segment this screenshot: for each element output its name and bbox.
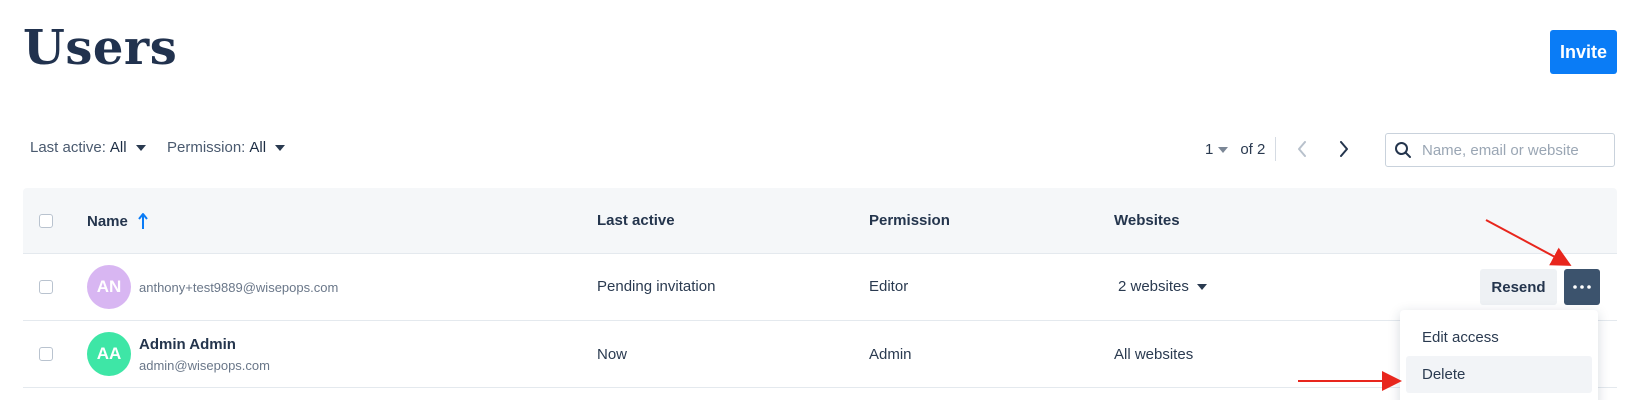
user-email: anthony+test9889@wisepops.com bbox=[139, 280, 339, 295]
websites-dropdown[interactable]: 2 websites bbox=[1118, 278, 1207, 295]
user-name: Admin Admin bbox=[139, 336, 236, 353]
column-last-active: Last active bbox=[597, 212, 675, 229]
user-last-active: Now bbox=[597, 346, 628, 363]
caret-down-icon bbox=[135, 145, 146, 151]
filter-last-active-value: All bbox=[109, 139, 127, 156]
more-actions-button[interactable] bbox=[1564, 269, 1600, 305]
filter-permission-value: All bbox=[249, 139, 267, 156]
user-permission: Admin bbox=[869, 346, 912, 363]
caret-down-icon bbox=[1196, 284, 1207, 290]
search-input[interactable] bbox=[1420, 140, 1604, 160]
avatar: AN bbox=[87, 265, 131, 309]
filter-last-active[interactable]: Last active: All bbox=[30, 139, 146, 156]
row-checkbox[interactable] bbox=[39, 347, 53, 361]
chevron-left-icon bbox=[1298, 141, 1307, 157]
menu-item-delete[interactable]: Delete bbox=[1406, 356, 1592, 393]
table-header: Name Last active Permission Websites bbox=[23, 188, 1617, 254]
search-icon bbox=[1395, 142, 1411, 158]
search-box[interactable] bbox=[1385, 133, 1615, 167]
invite-button[interactable]: Invite bbox=[1550, 30, 1617, 74]
page-total: of 2 bbox=[1240, 137, 1277, 161]
column-websites: Websites bbox=[1114, 212, 1180, 229]
select-all-checkbox[interactable] bbox=[39, 214, 53, 228]
user-permission: Editor bbox=[869, 278, 909, 295]
caret-down-icon bbox=[275, 145, 286, 151]
page-title: Users bbox=[23, 20, 178, 76]
current-page: 1 bbox=[1205, 140, 1214, 158]
websites-count: 2 websites bbox=[1118, 278, 1189, 295]
users-page: Users Invite Last active: All Permission… bbox=[0, 0, 1628, 400]
row-checkbox[interactable] bbox=[39, 280, 53, 294]
user-email: admin@wisepops.com bbox=[139, 358, 270, 373]
prev-page-button[interactable] bbox=[1286, 136, 1318, 162]
column-name-label: Name bbox=[87, 212, 128, 230]
table-row: AN anthony+test9889@wisepops.com Pending… bbox=[23, 254, 1617, 321]
filter-permission[interactable]: Permission: All bbox=[167, 139, 286, 156]
column-permission: Permission bbox=[869, 212, 950, 229]
user-last-active: Pending invitation bbox=[597, 278, 716, 295]
caret-down-icon bbox=[1218, 146, 1229, 153]
arrow-up-icon bbox=[138, 213, 148, 229]
user-websites: All websites bbox=[1114, 346, 1194, 363]
avatar: AA bbox=[87, 332, 131, 376]
page-select[interactable]: 1 bbox=[1205, 140, 1229, 158]
filter-permission-label: Permission: bbox=[167, 139, 246, 156]
resend-button[interactable]: Resend bbox=[1480, 269, 1557, 305]
chevron-right-icon bbox=[1340, 141, 1349, 157]
pagination: 1 of 2 bbox=[1205, 136, 1360, 162]
menu-item-edit-access[interactable]: Edit access bbox=[1406, 319, 1592, 356]
filter-last-active-label: Last active: bbox=[30, 139, 106, 156]
row-actions-menu: Edit access Delete bbox=[1400, 310, 1598, 400]
column-name[interactable]: Name bbox=[87, 212, 149, 230]
ellipsis-icon bbox=[1573, 285, 1591, 289]
next-page-button[interactable] bbox=[1328, 136, 1360, 162]
table-row: AA Admin Admin admin@wisepops.com Now Ad… bbox=[23, 321, 1617, 388]
